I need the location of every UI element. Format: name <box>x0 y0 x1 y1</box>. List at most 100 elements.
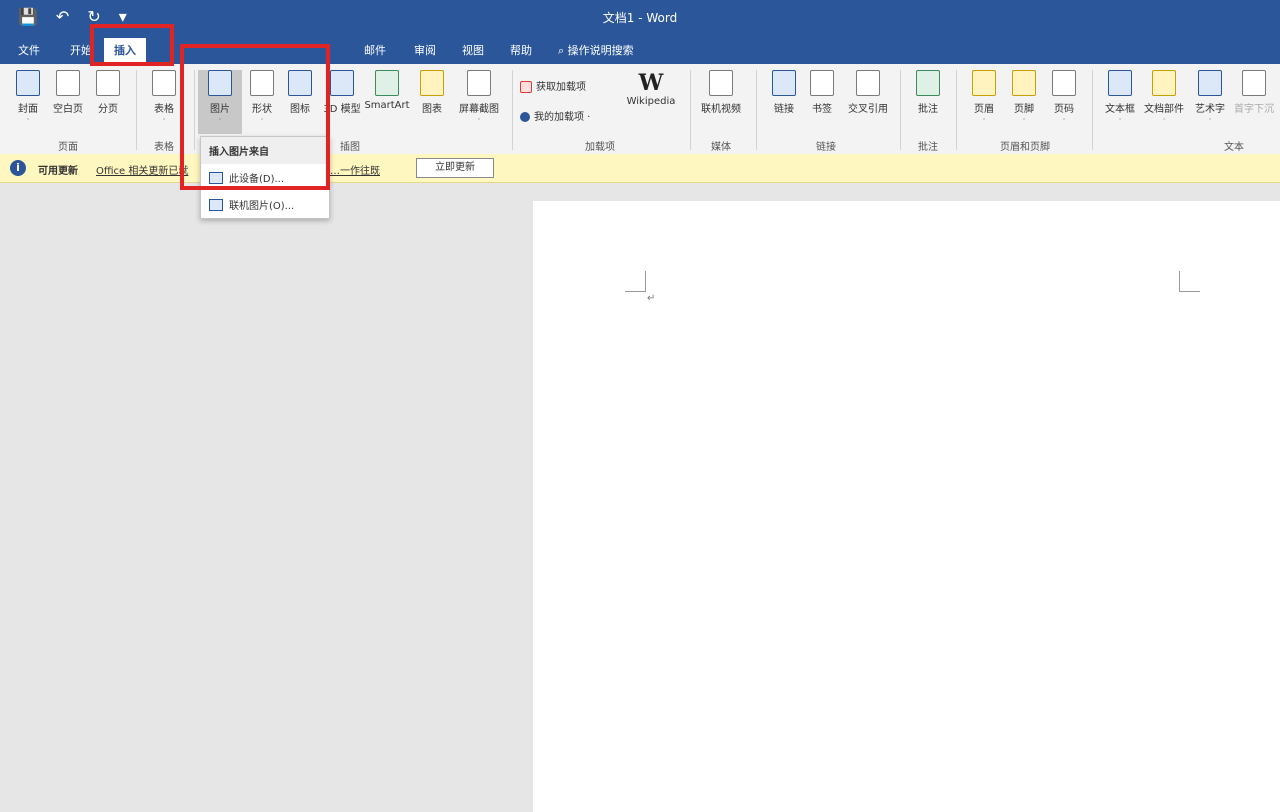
header-button[interactable]: 页眉 · <box>962 70 1006 124</box>
smartart-icon <box>375 70 399 96</box>
camera-icon <box>467 70 491 96</box>
footer-icon <box>1012 70 1036 96</box>
screenshot-label: 屏幕截图 <box>459 104 499 115</box>
comment-button[interactable]: 批注 <box>906 70 950 115</box>
store-icon <box>520 81 532 93</box>
bookmark-label: 书签 <box>812 104 832 115</box>
tab-review[interactable]: 审阅 <box>414 42 436 58</box>
paragraph-mark: ↵ <box>647 293 656 304</box>
update-now-button[interactable]: 立即更新 <box>416 158 494 178</box>
separator <box>756 70 757 150</box>
header-footer-group-label: 页眉和页脚 <box>1000 142 1050 153</box>
cube-icon <box>330 70 354 96</box>
quick-parts-icon <box>1152 70 1176 96</box>
quick-parts-label: 文档部件 <box>1144 104 1184 115</box>
smartart-label: SmartArt <box>364 100 410 111</box>
blank-page-icon <box>56 70 80 96</box>
screenshot-button[interactable]: 屏幕截图 · <box>452 70 506 124</box>
tab-help[interactable]: 帮助 <box>510 42 532 58</box>
my-addins-label: 我的加载项 <box>534 112 584 123</box>
smartart-button[interactable]: SmartArt <box>362 70 412 111</box>
textbox-label: 文本框 <box>1105 104 1135 115</box>
media-group-label: 媒体 <box>711 142 731 153</box>
separator <box>900 70 901 150</box>
chart-icon <box>420 70 444 96</box>
addins-group-label: 加载项 <box>585 142 615 153</box>
drop-cap-label: 首字下沉 <box>1234 104 1274 115</box>
my-addins-button[interactable]: 我的加载项 · <box>520 108 590 123</box>
textbox-icon <box>1108 70 1132 96</box>
page-break-label: 分页 <box>98 104 118 115</box>
my-addins-icon <box>520 112 530 122</box>
header-label: 页眉 <box>974 104 994 115</box>
cross-reference-button[interactable]: 交叉引用 <box>842 70 894 115</box>
quick-parts-button[interactable]: 文档部件 · <box>1140 70 1188 124</box>
chart-button[interactable]: 图表 <box>410 70 454 115</box>
wordart-icon <box>1198 70 1222 96</box>
wikipedia-button[interactable]: W Wikipedia <box>622 70 680 107</box>
pages-group-label: 页面 <box>58 142 78 153</box>
lightbulb-icon: ⌕ <box>558 44 565 57</box>
separator <box>136 70 137 150</box>
drop-cap-icon <box>1242 70 1266 96</box>
tab-file[interactable]: 文件 <box>18 42 40 58</box>
page-number-button[interactable]: 页码 · <box>1042 70 1086 124</box>
online-pictures-label: 联机图片(O)... <box>229 201 295 212</box>
notification-message-left[interactable]: Office 相关更新已就 <box>96 162 188 177</box>
cover-page-button[interactable]: 封面 · <box>6 70 50 124</box>
chart-label: 图表 <box>422 104 442 115</box>
footer-label: 页脚 <box>1014 104 1034 115</box>
tab-view[interactable]: 视图 <box>462 42 484 58</box>
page-break-icon <box>96 70 120 96</box>
table-icon <box>152 70 176 96</box>
tab-mail[interactable]: 邮件 <box>364 42 386 58</box>
wikipedia-icon: W <box>638 70 664 96</box>
blank-page-label: 空白页 <box>53 104 83 115</box>
textbox-button[interactable]: 文本框 · <box>1098 70 1142 124</box>
tab-tell-me[interactable]: ⌕ 操作说明搜索 <box>558 42 634 58</box>
wordart-button[interactable]: 艺术字 · <box>1188 70 1232 124</box>
online-video-button[interactable]: 联机视频 <box>696 70 746 115</box>
page-number-icon <box>1052 70 1076 96</box>
margin-corner-top-right <box>1179 271 1200 292</box>
header-icon <box>972 70 996 96</box>
online-video-label: 联机视频 <box>701 104 741 115</box>
margin-corner-top-left <box>625 271 646 292</box>
separator <box>512 70 513 150</box>
online-picture-icon <box>209 198 223 211</box>
highlight-pictures-menu <box>180 44 330 190</box>
text-group-label: 文本 <box>1224 142 1244 153</box>
cover-page-label: 封面 <box>18 104 38 115</box>
cross-reference-icon <box>856 70 880 96</box>
links-group-label: 链接 <box>816 142 836 153</box>
video-icon <box>709 70 733 96</box>
tell-me-label: 操作说明搜索 <box>567 44 634 57</box>
comment-label: 批注 <box>918 104 938 115</box>
notification-message-right[interactable]: …一作往既 <box>330 162 380 177</box>
page-break-button[interactable]: 分页 <box>86 70 130 115</box>
highlight-insert-tab <box>90 24 174 66</box>
get-addins-button[interactable]: 获取加载项 <box>520 78 586 93</box>
page-number-label: 页码 <box>1054 104 1074 115</box>
table-label: 表格 <box>154 104 174 115</box>
wordart-label: 艺术字 <box>1195 104 1225 115</box>
bookmark-button[interactable]: 书签 <box>800 70 844 115</box>
separator <box>1092 70 1093 150</box>
globe-icon <box>772 70 796 96</box>
get-addins-label: 获取加载项 <box>536 82 586 93</box>
cover-page-icon <box>16 70 40 96</box>
comments-group-label: 批注 <box>918 142 938 153</box>
title-bar: 💾 ↶ ↻ ▾ 文档1 - Word <box>0 0 1280 36</box>
document-page[interactable]: ↵ <box>533 201 1280 812</box>
separator <box>956 70 957 150</box>
drop-cap-button[interactable]: 首字下沉 <box>1232 70 1276 115</box>
blank-page-button[interactable]: 空白页 <box>46 70 90 115</box>
info-icon: i <box>10 160 26 176</box>
footer-button[interactable]: 页脚 · <box>1002 70 1046 124</box>
tab-home[interactable]: 开始 <box>70 42 92 58</box>
menu-item-online-pictures[interactable]: 联机图片(O)... <box>201 191 329 218</box>
link-label: 链接 <box>774 104 794 115</box>
cross-reference-label: 交叉引用 <box>848 104 888 115</box>
wikipedia-label: Wikipedia <box>626 96 676 107</box>
comment-icon <box>916 70 940 96</box>
